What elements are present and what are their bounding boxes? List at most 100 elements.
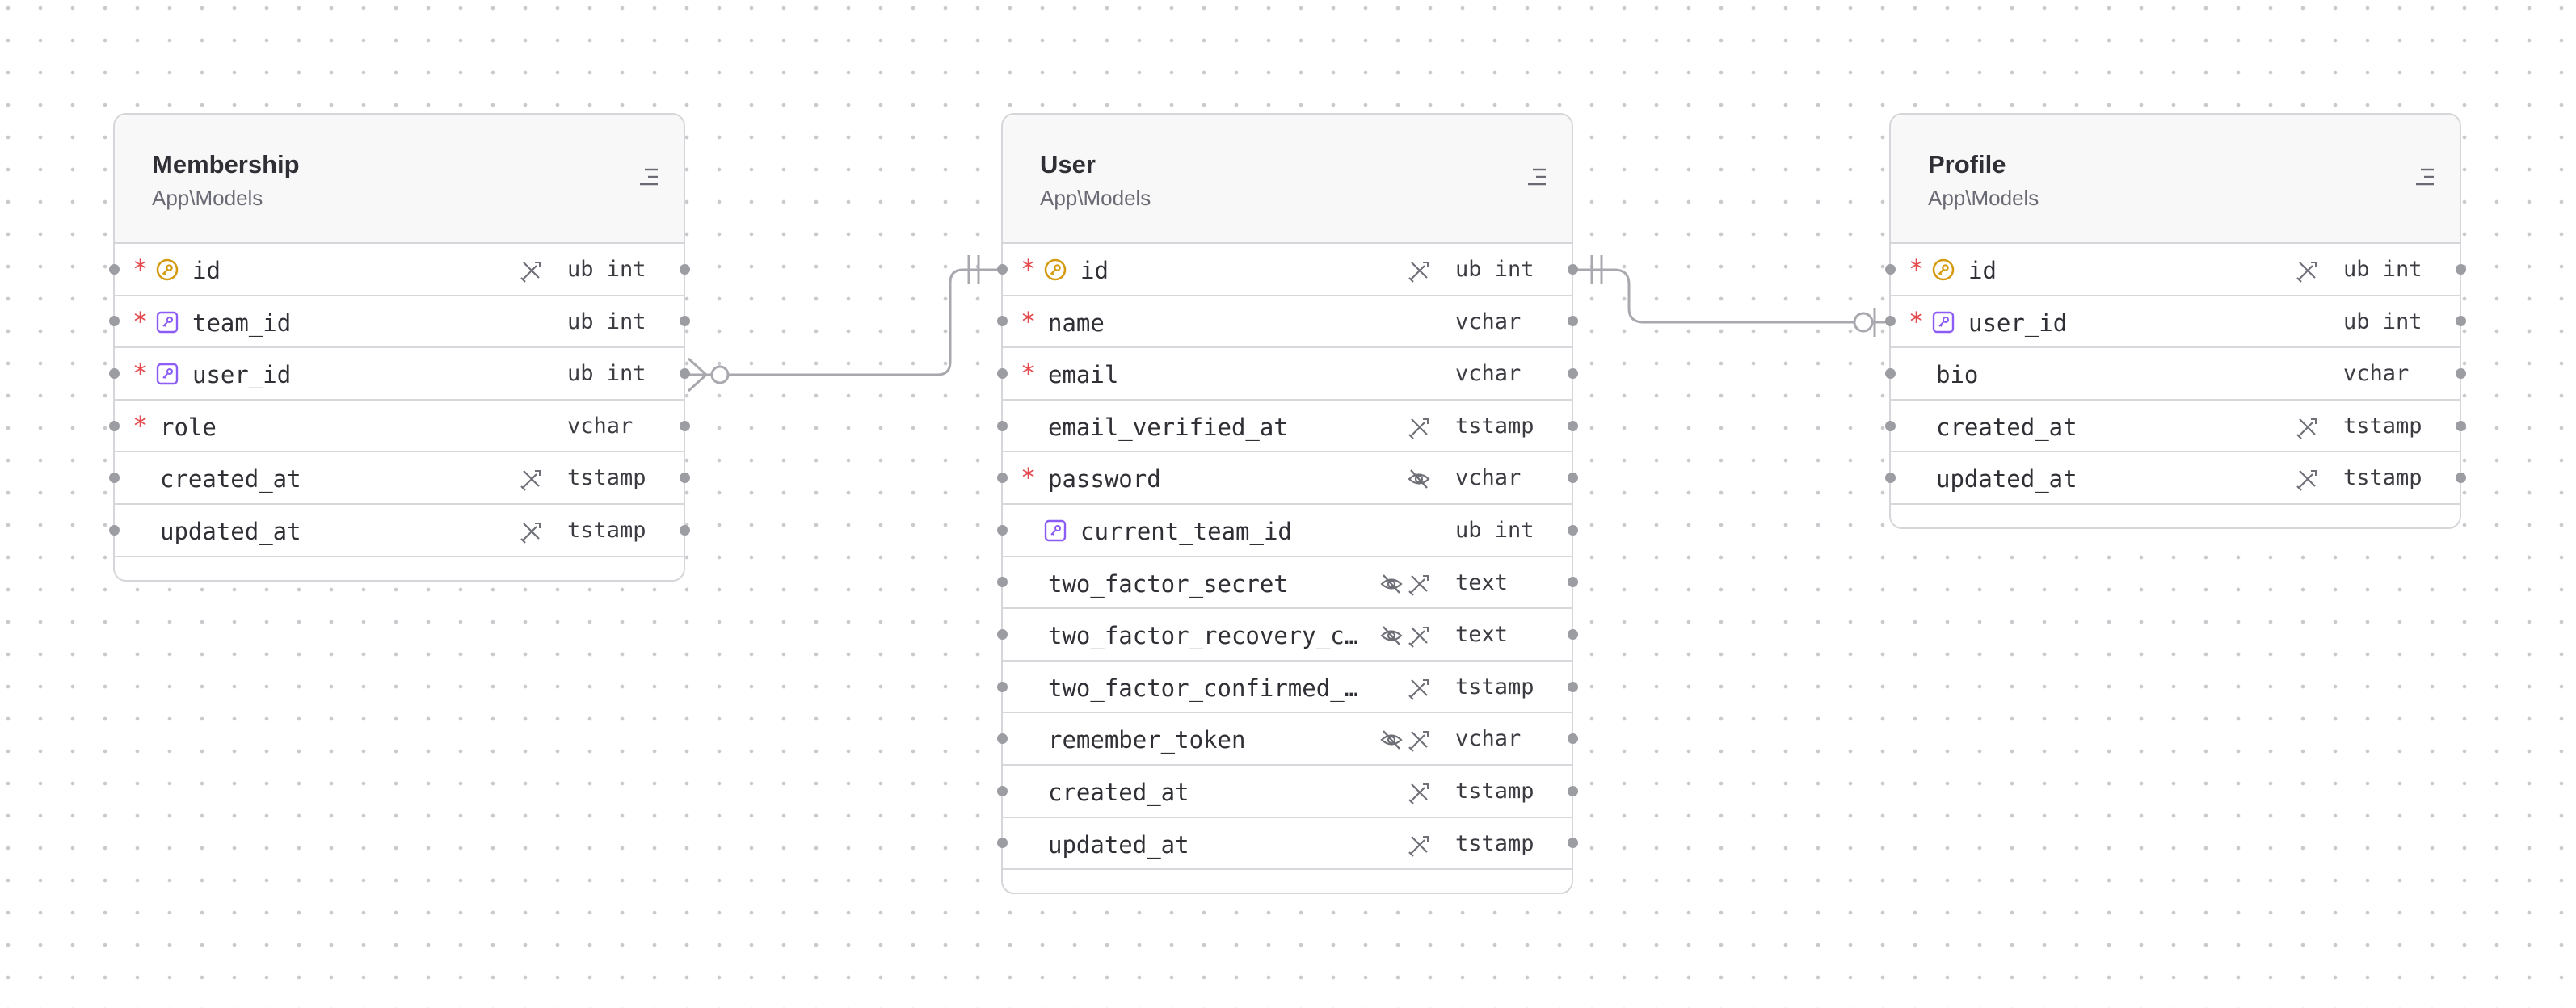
- column-row[interactable]: * password vchar: [996, 452, 1578, 505]
- required-marker: *: [1909, 254, 1925, 284]
- column-type: vchar: [1455, 465, 1522, 491]
- connection-handle-right[interactable]: [1567, 681, 1578, 692]
- column-row[interactable]: * user_id ub int: [108, 348, 690, 401]
- connection-handle-right[interactable]: [1567, 472, 1578, 484]
- connection-handle-right[interactable]: [1567, 263, 1578, 275]
- column-row[interactable]: email_verified_at tstamp: [996, 401, 1578, 453]
- table-header[interactable]: User App\Models: [1003, 115, 1572, 244]
- connection-handle-left[interactable]: [996, 472, 1008, 484]
- connection-handle-right[interactable]: [2455, 368, 2466, 379]
- column-row[interactable]: * id ub int: [108, 244, 690, 296]
- diagram-canvas[interactable]: Membership App\Models * id ub int * team_id u…: [0, 0, 2576, 1008]
- connection-handle-right[interactable]: [1567, 838, 1578, 849]
- column-row[interactable]: * email vchar: [996, 348, 1578, 401]
- column-row[interactable]: * team_id ub int: [108, 296, 690, 349]
- connection-handle-right[interactable]: [2455, 472, 2466, 484]
- connection-handle-right[interactable]: [1567, 628, 1578, 640]
- auto-increment-icon: [1408, 627, 1429, 648]
- table-header[interactable]: Profile App\Models: [1891, 115, 2460, 244]
- column-row[interactable]: remember_token vchar: [996, 713, 1578, 766]
- column-flags: [1379, 572, 1431, 596]
- column-flags: [1407, 258, 1431, 283]
- connection-handle-left[interactable]: [996, 263, 1008, 275]
- column-row[interactable]: * role vchar: [108, 401, 690, 453]
- connection-handle-right[interactable]: [1567, 420, 1578, 431]
- connection-handle-left[interactable]: [996, 628, 1008, 640]
- required-marker: *: [133, 305, 149, 337]
- connection-handle-right[interactable]: [679, 263, 690, 275]
- table-namespace: App\Models: [152, 186, 263, 210]
- connection-handle-right[interactable]: [1567, 316, 1578, 327]
- connection-handle-left[interactable]: [1884, 368, 1896, 379]
- column-row[interactable]: updated_at tstamp: [996, 818, 1578, 871]
- column-type: vchar: [1455, 309, 1522, 334]
- connection-handle-left[interactable]: [996, 368, 1008, 379]
- connection-handle-left[interactable]: [996, 524, 1008, 536]
- connection-handle-left[interactable]: [996, 316, 1008, 327]
- table-header[interactable]: Membership App\Models: [115, 115, 684, 244]
- connection-handle-left[interactable]: [996, 420, 1008, 431]
- column-row[interactable]: * name vchar: [996, 296, 1578, 349]
- connection-handle-left[interactable]: [108, 420, 120, 431]
- column-row[interactable]: * user_id ub int: [1884, 296, 2466, 349]
- table-title: Membership: [152, 150, 300, 178]
- connection-handle-left[interactable]: [1884, 472, 1896, 484]
- connection-handle-left[interactable]: [1884, 420, 1896, 431]
- connection-handle-right[interactable]: [2455, 316, 2466, 327]
- connection-handle-right[interactable]: [1567, 785, 1578, 796]
- column-row[interactable]: current_team_id ub int: [996, 505, 1578, 557]
- connection-handle-left[interactable]: [108, 524, 120, 536]
- connection-handle-right[interactable]: [679, 524, 690, 536]
- connection-handle-left[interactable]: [996, 681, 1008, 692]
- connection-handle-left[interactable]: [996, 785, 1008, 796]
- connection-handle-right[interactable]: [679, 472, 690, 484]
- connection-handle-right[interactable]: [679, 368, 690, 379]
- auto-increment-icon: [1408, 731, 1429, 753]
- column-row[interactable]: created_at tstamp: [108, 452, 690, 505]
- relation-membership-user[interactable]: [687, 255, 1000, 393]
- column-type: vchar: [2343, 361, 2410, 387]
- auto-increment-icon: [520, 522, 541, 544]
- column-row[interactable]: * id ub int: [1884, 244, 2466, 296]
- column-type: ub int: [567, 257, 646, 282]
- table-user[interactable]: User App\Models * id ub int * name vchar * emai…: [996, 113, 1578, 895]
- connection-handle-left[interactable]: [996, 577, 1008, 588]
- column-row[interactable]: created_at tstamp: [1884, 401, 2466, 453]
- primary-key-icon: [1932, 258, 1955, 281]
- connection-handle-right[interactable]: [679, 316, 690, 327]
- connection-handle-right[interactable]: [1567, 524, 1578, 536]
- menu-icon[interactable]: [1526, 165, 1551, 189]
- connection-handle-right[interactable]: [1567, 733, 1578, 745]
- connection-handle-left[interactable]: [996, 733, 1008, 745]
- table-profile[interactable]: Profile App\Models * id ub int * user_id ub i…: [1884, 113, 2466, 529]
- connection-handle-right[interactable]: [1567, 368, 1578, 379]
- column-row[interactable]: updated_at tstamp: [1884, 452, 2466, 505]
- connection-handle-right[interactable]: [679, 420, 690, 431]
- column-row[interactable]: bio vchar: [1884, 348, 2466, 401]
- menu-icon[interactable]: [2414, 165, 2439, 189]
- relation-user-profile[interactable]: [1576, 255, 1889, 337]
- column-row[interactable]: two_factor_secret text: [996, 557, 1578, 610]
- connection-handle-left[interactable]: [108, 368, 120, 379]
- column-name: created_at: [1936, 413, 2077, 441]
- column-type: text: [1455, 622, 1509, 648]
- connection-handle-right[interactable]: [1567, 577, 1578, 588]
- connection-handle-left[interactable]: [108, 472, 120, 484]
- connection-handle-left[interactable]: [996, 838, 1008, 849]
- menu-icon[interactable]: [638, 165, 663, 189]
- connection-handle-right[interactable]: [2455, 420, 2466, 431]
- column-name: two_factor_confirmed_at: [1048, 674, 1370, 702]
- connection-handle-left[interactable]: [108, 316, 120, 327]
- connection-handle-left[interactable]: [1884, 263, 1896, 275]
- table-membership[interactable]: Membership App\Models * id ub int * team_id u…: [108, 113, 690, 582]
- column-row[interactable]: updated_at tstamp: [108, 505, 690, 557]
- connection-handle-left[interactable]: [1884, 316, 1896, 327]
- column-row[interactable]: created_at tstamp: [996, 766, 1578, 818]
- column-row[interactable]: * id ub int: [996, 244, 1578, 296]
- column-row[interactable]: two_factor_recovery_codes text: [996, 609, 1578, 662]
- connection-handle-right[interactable]: [2455, 263, 2466, 275]
- connection-handle-left[interactable]: [108, 263, 120, 275]
- column-name: email_verified_at: [1048, 413, 1288, 441]
- table-footer: [1003, 870, 1572, 892]
- column-row[interactable]: two_factor_confirmed_at tstamp: [996, 662, 1578, 714]
